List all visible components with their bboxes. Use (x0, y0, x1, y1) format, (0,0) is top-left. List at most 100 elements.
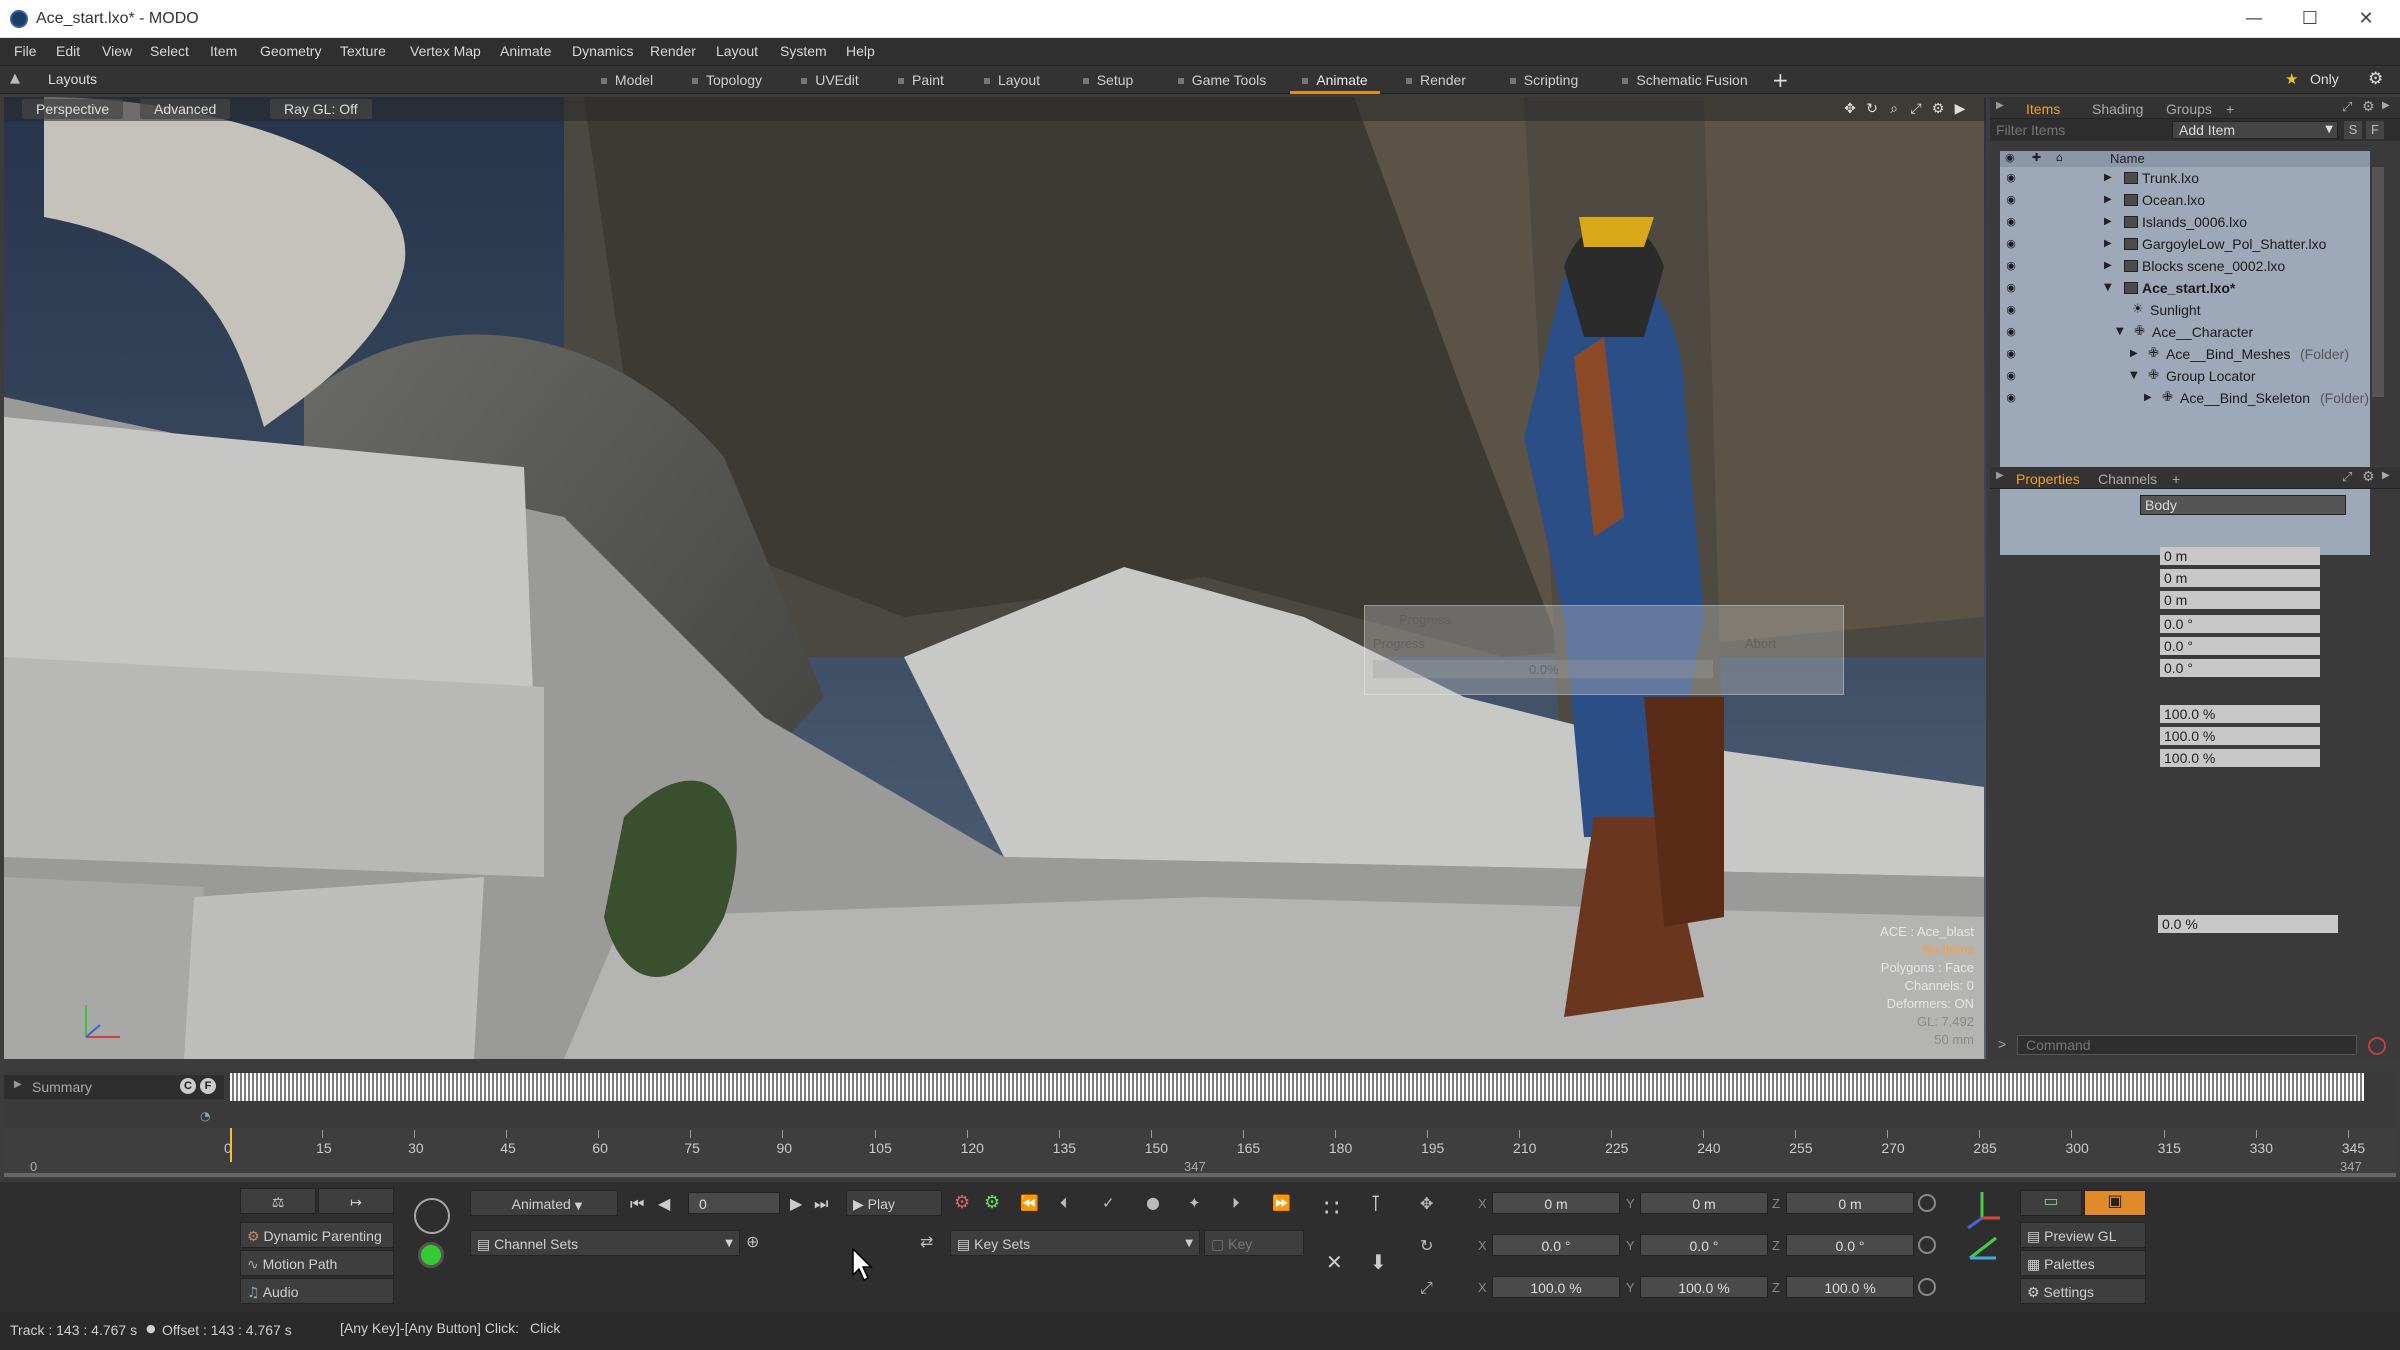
close-button[interactable]: ✕ (2338, 4, 2394, 34)
panel-menu-icon[interactable]: ▶ (2382, 100, 2390, 111)
tab-model[interactable]: Model (590, 66, 664, 94)
motion-path-button[interactable]: ∿ Motion Path (240, 1250, 394, 1276)
goto-start-icon[interactable]: ⏮ (630, 1194, 644, 1214)
next-key-icon[interactable]: ⏵ (1232, 1194, 1240, 1212)
scale-y-field[interactable]: 100.0 % (2160, 727, 2320, 745)
item-row-active-scene[interactable]: ◉ ▼ Ace_start.lxo* (2000, 277, 2370, 299)
item-row[interactable]: ◉ ▼ ✙ Group Locator (2000, 365, 2370, 387)
scale-y-input[interactable]: 100.0 % (1640, 1276, 1768, 1298)
play-button[interactable]: ▶ Play (846, 1190, 942, 1216)
items-scrollbar[interactable] (2372, 167, 2384, 397)
audio-button[interactable]: ♫ Audio (240, 1278, 394, 1304)
channel-sets-add-icon[interactable]: ⊕ (746, 1232, 759, 1251)
item-row[interactable]: ◉ ☀ Sunlight (2000, 299, 2370, 321)
visibility-eye-icon[interactable]: ◉ (2004, 391, 2018, 405)
tab-render[interactable]: Render (1396, 66, 1476, 94)
channel-sets-dropdown[interactable]: ▤ Channel Sets ▼ (470, 1230, 740, 1256)
add-layout-tab-button[interactable]: + (1772, 68, 1789, 92)
item-row[interactable]: ◉ ▶ GargoyleLow_Pol_Shatter.lxo (2000, 233, 2370, 255)
viewport-settings-icon[interactable]: ⚙ (1930, 101, 1946, 117)
layout-toggle-a[interactable]: ▭ (2020, 1190, 2082, 1216)
rotation-y-field[interactable]: 0.0 ° (2160, 637, 2320, 655)
advanced-button[interactable]: Advanced (140, 99, 231, 119)
item-row[interactable]: ◉ ▶ Trunk.lxo (2000, 167, 2370, 189)
visibility-eye-icon[interactable]: ◉ (2004, 259, 2018, 273)
command-input[interactable] (2017, 1035, 2357, 1055)
visibility-eye-icon[interactable]: ◉ (2004, 347, 2018, 361)
position-x-field[interactable]: 0 m (2160, 547, 2320, 565)
scale-x-input[interactable]: 100.0 % (1492, 1276, 1620, 1298)
tab-scripting[interactable]: Scripting (1496, 66, 1592, 94)
check-icon[interactable]: ✓ (1102, 1194, 1115, 1212)
item-row[interactable]: ◉ ▶ ✙ Ace__Bind_Meshes (Folder) (2000, 343, 2370, 365)
tab-game-tools[interactable]: Game Tools (1160, 66, 1284, 94)
tab-paint[interactable]: Paint (886, 66, 956, 94)
rotate-tool-icon[interactable]: ↻ (1420, 1236, 1433, 1255)
current-frame-field[interactable]: 0 (688, 1192, 780, 1214)
dynamic-parenting-button[interactable]: ⚙ Dynamic Parenting (240, 1222, 394, 1248)
layout-toggle-b[interactable]: ▣ (2084, 1190, 2146, 1216)
menu-system[interactable]: System (780, 43, 827, 59)
parent-tool-button[interactable]: ⚖ (240, 1188, 316, 1214)
tab-properties[interactable]: Properties (2016, 469, 2080, 489)
unparent-tool-button[interactable]: ↦ (318, 1188, 394, 1214)
tab-groups[interactable]: Groups (2166, 99, 2212, 119)
prev-key-icon[interactable]: ⏪ (1020, 1194, 1039, 1212)
fit-view-icon[interactable]: ⤢ (1908, 101, 1924, 117)
autokey-dial-icon[interactable] (414, 1198, 450, 1234)
tab-uvedit[interactable]: UVEdit (790, 66, 870, 94)
menu-view[interactable]: View (102, 43, 132, 59)
menu-item[interactable]: Item (210, 43, 237, 59)
tab-setup[interactable]: Setup (1070, 66, 1146, 94)
key-sets-dropdown[interactable]: ▤ Key Sets ▼ (950, 1230, 1200, 1256)
menu-edit[interactable]: Edit (56, 43, 80, 59)
item-row[interactable]: ◉ ▼ ✙ Ace__Character (2000, 321, 2370, 343)
menu-layout[interactable]: Layout (716, 43, 758, 59)
position-x-input[interactable]: 0 m (1492, 1192, 1620, 1214)
gear-icon[interactable]: ⚙ (2368, 69, 2383, 89)
item-row[interactable]: ◉ ▶ Blocks scene_0002.lxo (2000, 255, 2370, 277)
raygl-button[interactable]: Ray GL: Off (270, 99, 372, 119)
maximize-button[interactable]: ☐ (2282, 4, 2338, 34)
key-red-icon[interactable]: ⚙ (954, 1192, 970, 1213)
key-filter-icon[interactable]: ✦ (1188, 1194, 1201, 1212)
visibility-eye-icon[interactable]: ◉ (2004, 369, 2018, 383)
rotation-y-input[interactable]: 0.0 ° (1640, 1234, 1768, 1256)
tab-topology[interactable]: Topology (680, 66, 774, 94)
record-toggle[interactable] (418, 1242, 444, 1268)
key-green-icon[interactable]: ⚙ (984, 1192, 1000, 1213)
menu-render[interactable]: Render (650, 43, 696, 59)
playhead[interactable] (230, 1128, 232, 1162)
visibility-eye-icon[interactable]: ◉ (2004, 215, 2018, 229)
reset-position-icon[interactable] (1918, 1194, 1936, 1212)
next-frame-icon[interactable]: ▶ (790, 1194, 802, 1213)
zoom-view-icon[interactable]: ⌕ (1886, 101, 1902, 117)
visibility-eye-icon[interactable]: ◉ (2004, 303, 2018, 317)
position-z-input[interactable]: 0 m (1786, 1192, 1914, 1214)
panel-collapse-icon[interactable]: ▶ (1996, 100, 2004, 111)
visibility-eye-icon[interactable]: ◉ (2004, 237, 2018, 251)
item-row[interactable]: ◉ ▶ Ocean.lxo (2000, 189, 2370, 211)
keyframe-strip[interactable] (230, 1073, 2364, 1101)
add-panel-tab[interactable]: + (2172, 469, 2180, 489)
s-button[interactable]: S (2344, 121, 2362, 139)
progress-abort-button[interactable]: Abort (1745, 636, 1776, 651)
name-column-header[interactable]: Name (2110, 151, 2145, 166)
goto-end-icon[interactable]: ⏭ (814, 1194, 828, 1214)
tab-layout[interactable]: Layout (972, 66, 1052, 94)
scale-x-field[interactable]: 100.0 % (2160, 705, 2320, 723)
palettes-button[interactable]: ▦ Palettes (2020, 1250, 2146, 1276)
3d-viewport[interactable]: Perspective Advanced Ray GL: Off ✥ ↻ ⌕ ⤢… (4, 97, 1986, 1059)
scale-z-field[interactable]: 100.0 % (2160, 749, 2320, 767)
rotation-x-input[interactable]: 0.0 ° (1492, 1234, 1620, 1256)
graph-dots-icon[interactable]: ∷ (1324, 1194, 1339, 1222)
minimize-button[interactable]: — (2226, 4, 2282, 34)
perspective-button[interactable]: Perspective (22, 99, 124, 119)
timeline-lock-icon[interactable]: ◔ (200, 1109, 210, 1123)
visibility-eye-icon[interactable]: ◉ (2004, 281, 2018, 295)
add-item-dropdown[interactable]: Add Item ▼ (2172, 121, 2338, 139)
scale-z-input[interactable]: 100.0 % (1786, 1276, 1914, 1298)
summary-c-button[interactable]: C (180, 1078, 196, 1094)
next-key-alt-icon[interactable]: ⏩ (1272, 1194, 1291, 1212)
panel-expand-icon[interactable]: ⤢ (2342, 100, 2352, 115)
